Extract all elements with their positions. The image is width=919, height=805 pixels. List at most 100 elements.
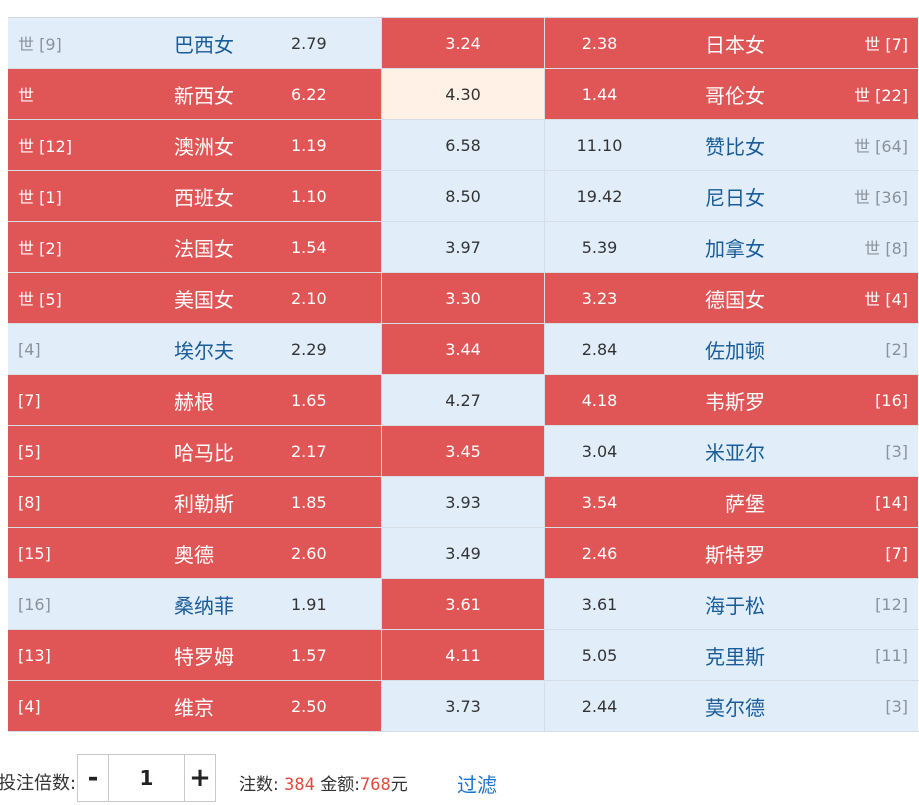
away-team: 赞比女 (705, 134, 765, 159)
away-win-option[interactable]: 5.39 加拿女 世 [8] (545, 222, 918, 272)
home-rank: 世 [2] (18, 239, 62, 258)
draw-option[interactable]: 3.61 (381, 579, 545, 629)
away-win-option[interactable]: 3.54 萨堡 [14] (545, 477, 918, 527)
home-rank: [4] (18, 339, 41, 359)
away-odds: 2.38 (581, 33, 618, 53)
draw-option[interactable]: 3.97 (381, 222, 545, 272)
home-rank: 世 (18, 86, 35, 105)
decrease-button[interactable]: - (78, 755, 109, 801)
draw-odds: 3.45 (445, 441, 481, 461)
home-team: 特罗姆 (174, 644, 234, 669)
match-row: [7] 赫根 1.65 4.27 4.18 韦斯罗 [16] (8, 375, 919, 426)
home-win-option[interactable]: [4] 埃尔夫 2.29 (8, 324, 381, 374)
draw-odds: 3.73 (445, 696, 481, 716)
home-odds: 2.10 (291, 288, 327, 308)
home-win-option[interactable]: 世 [5] 美国女 2.10 (8, 273, 381, 323)
home-odds: 1.10 (291, 186, 327, 206)
draw-option[interactable]: 3.30 (381, 273, 545, 323)
away-win-option[interactable]: 5.05 克里斯 [11] (545, 630, 918, 680)
home-win-option[interactable]: [15] 奥德 2.60 (8, 528, 381, 578)
draw-odds: 4.30 (445, 84, 481, 104)
home-rank: [15] (18, 543, 51, 563)
away-win-option[interactable]: 3.23 德国女 世 [4] (545, 273, 918, 323)
home-win-option[interactable]: 世 新西女 6.22 (8, 69, 381, 119)
home-win-option[interactable]: 世 [12] 澳洲女 1.19 (8, 120, 381, 170)
home-win-option[interactable]: 世 [1] 西班女 1.10 (8, 171, 381, 221)
away-win-option[interactable]: 4.18 韦斯罗 [16] (545, 375, 918, 425)
home-odds: 1.19 (291, 135, 327, 155)
home-odds: 1.65 (291, 390, 327, 410)
match-row: [5] 哈马比 2.17 3.45 3.04 米亚尔 [3] (8, 426, 919, 477)
home-odds: 1.57 (291, 645, 327, 665)
home-rank: [5] (18, 441, 41, 461)
draw-option[interactable]: 3.49 (381, 528, 545, 578)
away-team: 尼日女 (705, 185, 765, 210)
away-win-option[interactable]: 2.38 日本女 世 [7] (545, 18, 918, 68)
home-odds: 2.60 (291, 543, 327, 563)
away-win-option[interactable]: 2.44 莫尔德 [3] (545, 681, 918, 731)
home-win-option[interactable]: [5] 哈马比 2.17 (8, 426, 381, 476)
away-win-option[interactable]: 2.84 佐加顿 [2] (545, 324, 918, 374)
draw-option[interactable]: 3.73 (381, 681, 545, 731)
away-team: 佐加顿 (705, 338, 765, 363)
draw-odds: 3.49 (445, 543, 481, 563)
home-team: 巴西女 (174, 32, 234, 57)
draw-option[interactable]: 3.24 (381, 18, 545, 68)
match-row: 世 [9] 巴西女 2.79 3.24 2.38 日本女 世 [7] (8, 18, 919, 69)
draw-odds: 4.27 (445, 390, 481, 410)
home-win-option[interactable]: 世 [9] 巴西女 2.79 (8, 18, 381, 68)
draw-option[interactable]: 3.45 (381, 426, 545, 476)
away-win-option[interactable]: 3.61 海于松 [12] (545, 579, 918, 629)
draw-odds: 3.30 (445, 288, 481, 308)
multiplier-stepper[interactable]: - 1 + (77, 754, 216, 802)
draw-odds: 4.11 (445, 645, 481, 665)
away-rank: 世 [64] (854, 137, 908, 156)
amount-unit: 元 (390, 775, 408, 795)
draw-odds: 6.58 (445, 135, 481, 155)
home-win-option[interactable]: [16] 桑纳菲 1.91 (8, 579, 381, 629)
away-rank: [3] (885, 696, 908, 716)
away-rank: 世 [7] (864, 35, 908, 54)
home-odds: 1.91 (291, 594, 327, 614)
away-rank: [3] (885, 441, 908, 461)
home-team: 维京 (174, 695, 214, 720)
away-odds: 2.46 (581, 543, 618, 563)
away-team: 海于松 (705, 593, 765, 618)
home-rank: 世 [9] (18, 35, 62, 54)
home-win-option[interactable]: [8] 利勒斯 1.85 (8, 477, 381, 527)
match-row: [4] 埃尔夫 2.29 3.44 2.84 佐加顿 [2] (8, 324, 919, 375)
away-odds: 3.61 (581, 594, 618, 614)
away-win-option[interactable]: 19.42 尼日女 世 [36] (545, 171, 918, 221)
away-rank: [12] (875, 594, 908, 614)
match-row: 世 [5] 美国女 2.10 3.30 3.23 德国女 世 [4] (8, 273, 919, 324)
draw-option[interactable]: 4.30 (381, 69, 545, 119)
filter-link[interactable]: 过滤 (457, 769, 497, 798)
multiplier-value[interactable]: 1 (109, 755, 184, 801)
away-win-option[interactable]: 3.04 米亚尔 [3] (545, 426, 918, 476)
draw-option[interactable]: 8.50 (381, 171, 545, 221)
draw-odds: 8.50 (445, 186, 481, 206)
home-team: 埃尔夫 (174, 338, 234, 363)
home-win-option[interactable]: [7] 赫根 1.65 (8, 375, 381, 425)
away-odds: 4.18 (581, 390, 618, 410)
draw-option[interactable]: 4.11 (381, 630, 545, 680)
away-rank: [7] (885, 543, 908, 563)
home-win-option[interactable]: 世 [2] 法国女 1.54 (8, 222, 381, 272)
away-win-option[interactable]: 11.10 赞比女 世 [64] (545, 120, 918, 170)
away-win-option[interactable]: 2.46 斯特罗 [7] (545, 528, 918, 578)
draw-option[interactable]: 6.58 (381, 120, 545, 170)
home-win-option[interactable]: [4] 维京 2.50 (8, 681, 381, 731)
home-win-option[interactable]: [13] 特罗姆 1.57 (8, 630, 381, 680)
draw-option[interactable]: 3.44 (381, 324, 545, 374)
home-team: 新西女 (174, 83, 234, 108)
count-value: 384 (284, 775, 315, 795)
home-rank: 世 [12] (18, 137, 72, 156)
home-odds: 2.29 (291, 339, 327, 359)
away-team: 哥伦女 (705, 83, 765, 108)
draw-option[interactable]: 3.93 (381, 477, 545, 527)
increase-button[interactable]: + (184, 755, 215, 801)
away-win-option[interactable]: 1.44 哥伦女 世 [22] (545, 69, 918, 119)
away-odds: 3.23 (581, 288, 618, 308)
home-team: 法国女 (174, 236, 234, 261)
draw-option[interactable]: 4.27 (381, 375, 545, 425)
